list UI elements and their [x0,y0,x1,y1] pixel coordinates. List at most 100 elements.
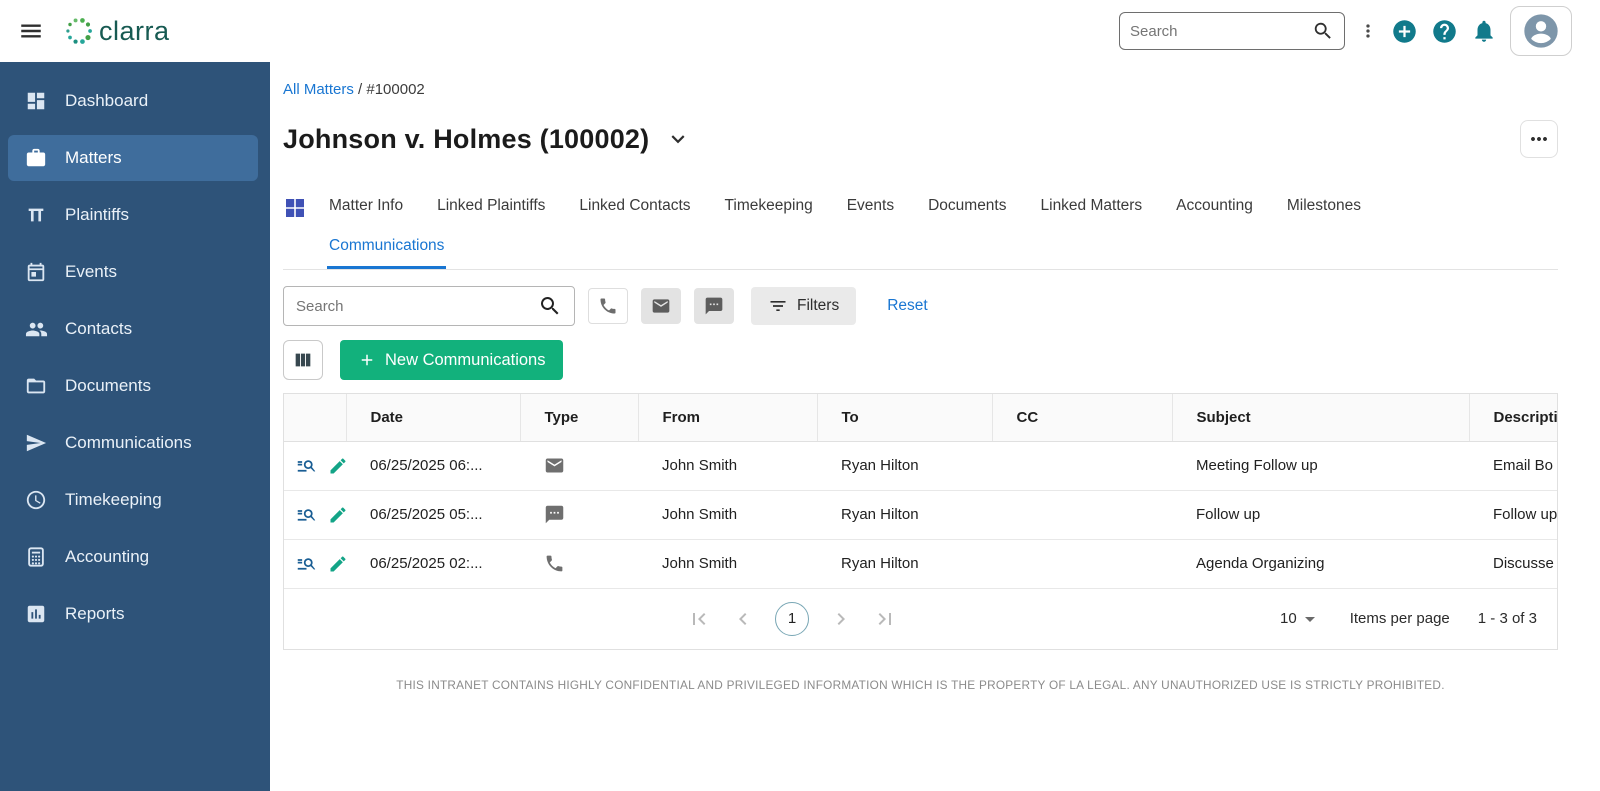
tab-events[interactable]: Events [845,186,896,229]
calendar-icon [24,261,48,283]
notifications-button[interactable] [1471,18,1497,44]
user-profile-button[interactable] [1510,6,1572,56]
pagination-range: 1 - 3 of 3 [1477,610,1537,627]
tab-timekeeping[interactable]: Timekeeping [723,186,815,229]
pencil-icon [328,554,346,574]
sidebar-item-dashboard[interactable]: Dashboard [8,78,258,124]
filter-phone-toggle[interactable] [588,288,628,324]
tab-accounting[interactable]: Accounting [1174,186,1255,229]
tab-grid-icon[interactable] [283,196,307,220]
help-button[interactable] [1431,18,1458,45]
table-row: 06/25/2025 05:... John Smith Ryan Hilton… [284,490,1557,540]
global-search-input[interactable] [1130,22,1306,40]
filters-button[interactable]: Filters [751,287,857,325]
new-communications-button[interactable]: New Communications [340,340,564,380]
view-communication-button[interactable] [294,502,319,527]
cell-to: Ryan Hilton [817,490,992,540]
sidebar-item-documents[interactable]: Documents [8,363,258,409]
tab-matter-info[interactable]: Matter Info [327,186,405,229]
clarra-logo[interactable]: clarra [64,15,170,47]
sidebar-item-contacts[interactable]: Contacts [8,306,258,352]
communications-search-input[interactable] [296,297,538,315]
sidebar-item-label: Dashboard [65,91,149,110]
items-per-page-label: Items per page [1349,610,1450,627]
tab-milestones[interactable]: Milestones [1285,186,1363,229]
avatar-icon [1521,11,1561,51]
chevron-left-icon [731,607,755,631]
sidebar-item-label: Communications [65,433,192,452]
page-number-button[interactable]: 1 [775,601,810,636]
filter-email-toggle[interactable] [641,288,681,324]
sidebar-item-communications[interactable]: Communications [8,420,258,466]
folder-icon [24,375,48,397]
first-page-button[interactable] [687,607,711,631]
last-page-button[interactable] [873,607,897,631]
phone-icon [598,296,618,316]
sidebar-item-label: Documents [65,376,151,395]
clarra-logo-text: clarra [99,15,170,46]
edit-communication-button[interactable] [326,454,346,478]
more-options-kebab-button[interactable] [1358,21,1378,41]
hamburger-menu-button[interactable] [18,18,44,44]
main-content: All Matters / #100002 Johnson v. Holmes … [270,62,1600,791]
cell-date: 06/25/2025 05:... [346,490,520,540]
document-search-icon [296,553,317,574]
sidebar-item-events[interactable]: Events [8,249,258,295]
items-per-page-select[interactable]: 10 [1280,607,1322,631]
communications-search-button[interactable] [538,294,562,318]
edit-communication-button[interactable] [326,552,346,576]
col-cc[interactable]: CC [992,394,1173,442]
cell-date: 06/25/2025 02:... [346,539,520,589]
cell-description: Follow up [1469,490,1557,540]
sidebar-item-label: Plaintiffs [65,205,129,224]
sidebar-item-reports[interactable]: Reports [8,591,258,637]
cell-type [520,490,638,540]
col-to[interactable]: To [817,394,993,442]
sidebar-item-plaintiffs[interactable]: Plaintiffs [8,192,258,238]
col-date[interactable]: Date [346,394,521,442]
cell-date: 06/25/2025 06:... [346,441,520,491]
app-window: clarra Search Dashboard Matters Plaintif… [0,0,1600,791]
sidebar-item-accounting[interactable]: Accounting [8,534,258,580]
tab-linked-matters[interactable]: Linked Matters [1039,186,1145,229]
previous-page-button[interactable] [731,607,755,631]
first-page-icon [687,607,711,631]
dropdown-caret-icon [1298,607,1322,631]
sidebar-item-matters[interactable]: Matters [8,135,258,181]
sms-icon [544,504,630,525]
communications-table: Date Type From To CC Subject Description [284,394,1557,589]
matter-more-options-button[interactable] [1520,120,1558,158]
search-icon [1312,20,1334,42]
column-chooser-button[interactable] [283,340,323,380]
breadcrumb-all-matters-link[interactable]: All Matters [283,81,354,98]
table-header-row: Date Type From To CC Subject Description [284,394,1557,442]
col-subject[interactable]: Subject [1172,394,1470,442]
dashboard-icon [24,90,48,112]
global-search-button[interactable] [1312,20,1334,42]
kebab-icon [1358,21,1378,41]
sidebar-item-timekeeping[interactable]: Timekeeping [8,477,258,523]
reset-filters-link[interactable]: Reset [887,297,928,315]
cell-type [520,441,638,491]
col-from[interactable]: From [638,394,818,442]
calculator-icon [24,546,48,568]
table-row: 06/25/2025 02:... John Smith Ryan Hilton… [284,539,1557,589]
tab-linked-contacts[interactable]: Linked Contacts [577,186,692,229]
briefcase-icon [24,147,48,169]
cell-cc [992,441,1172,491]
sidebar-item-label: Contacts [65,319,133,338]
communications-grid: Date Type From To CC Subject Description [283,393,1558,650]
tab-linked-plaintiffs[interactable]: Linked Plaintiffs [435,186,547,229]
view-communication-button[interactable] [294,453,319,478]
view-communication-button[interactable] [294,551,319,576]
next-page-button[interactable] [829,607,853,631]
tab-documents[interactable]: Documents [926,186,1008,229]
add-new-button[interactable] [1391,18,1418,45]
col-description[interactable]: Description [1469,394,1557,442]
matter-switcher-dropdown[interactable] [665,126,691,152]
edit-communication-button[interactable] [326,503,346,527]
filter-sms-toggle[interactable] [694,288,734,324]
col-type[interactable]: Type [520,394,639,442]
tab-communications[interactable]: Communications [327,229,446,269]
new-communications-label: New Communications [385,350,546,369]
